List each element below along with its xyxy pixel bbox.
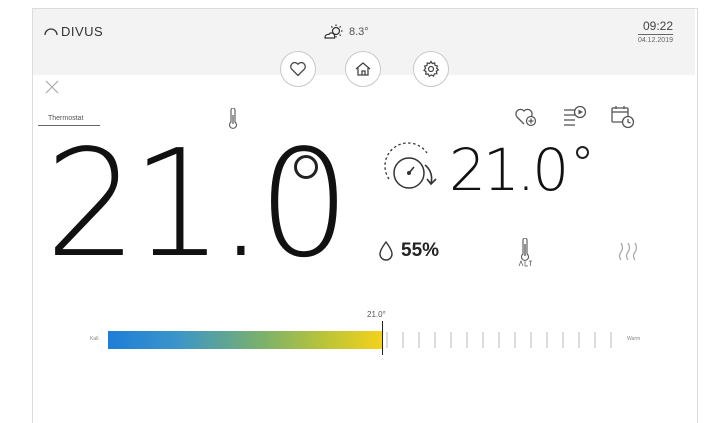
brand-name: DIVUS	[61, 24, 104, 39]
humidity-readout: 55%	[377, 240, 439, 262]
gear-icon	[423, 60, 440, 78]
outdoor-temperature: 8.3°	[349, 26, 369, 38]
scenario-list-icon[interactable]	[562, 104, 588, 128]
schedule-calendar-icon[interactable]	[610, 104, 636, 130]
water-drop-icon	[379, 240, 393, 261]
heart-icon	[290, 61, 306, 77]
home-button[interactable]	[345, 51, 381, 87]
favorite-add-icon[interactable]	[514, 106, 538, 128]
humidity-value: 55%	[401, 240, 440, 261]
logo-arc-icon	[44, 28, 58, 36]
slider-track-ticks[interactable]	[385, 329, 623, 351]
slider-handle[interactable]	[382, 321, 383, 355]
favorites-button[interactable]	[280, 51, 316, 87]
clock-time: 09:22	[637, 19, 673, 35]
slider-warm-label: Warm	[627, 336, 641, 342]
slider-value-label: 21.0°	[367, 310, 386, 319]
current-temperature-degree-symbol	[294, 155, 318, 179]
setpoint-degree-symbol	[576, 146, 589, 159]
home-icon	[355, 62, 371, 76]
partly-cloudy-icon	[324, 24, 343, 39]
current-temperature: 21.0	[45, 118, 350, 290]
clock: 09:22 04.12.2019	[637, 19, 673, 44]
settings-button[interactable]	[413, 51, 449, 87]
brand-logo: DIVUS	[44, 24, 103, 39]
close-icon[interactable]	[45, 80, 59, 94]
weather-widget[interactable]: 8.3°	[323, 24, 369, 40]
slider-cold-label: Kalt	[90, 336, 99, 342]
setpoint-dial-icon[interactable]	[379, 141, 447, 195]
clock-date: 04.12.2019	[637, 37, 673, 44]
setpoint-temperature[interactable]: 21.0	[449, 140, 569, 200]
temperature-slider-fill[interactable]	[108, 331, 382, 349]
heating-icon[interactable]	[617, 240, 641, 262]
thermometer-auto-icon[interactable]	[516, 238, 534, 268]
